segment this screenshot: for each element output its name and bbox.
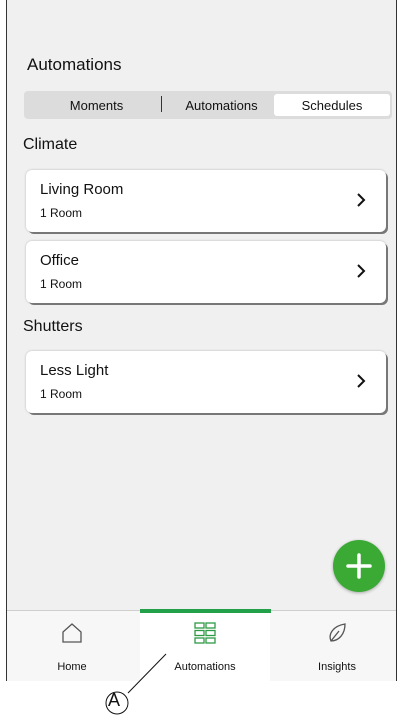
callout-label: A — [108, 690, 121, 710]
callout-leader-line — [105, 653, 167, 715]
